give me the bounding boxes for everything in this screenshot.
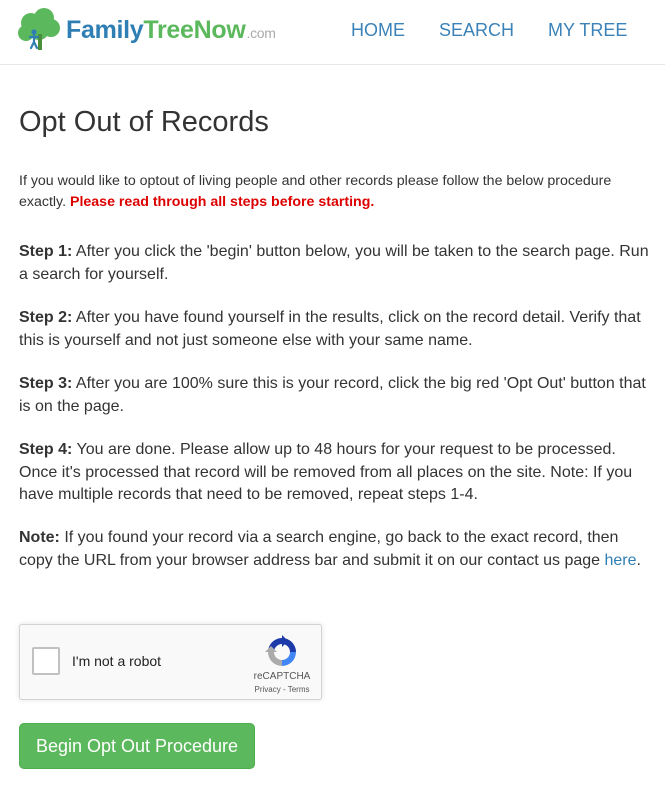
intro-warning: Please read through all steps before sta… (70, 194, 375, 210)
step-1: Step 1: After you click the 'begin' butt… (19, 241, 651, 286)
brand-treenow: TreeNow (143, 15, 246, 44)
step-2-text: After you have found yourself in the res… (19, 309, 641, 349)
step-2-label: Step 2: (19, 309, 73, 326)
step-1-text: After you click the 'begin' button below… (19, 243, 649, 283)
page-title: Opt Out of Records (19, 106, 269, 138)
intro-paragraph: If you would like to optout of living pe… (19, 171, 649, 213)
recaptcha-privacy-link[interactable]: Privacy (255, 685, 281, 694)
step-4-label: Step 4: (19, 441, 73, 458)
contact-here-link[interactable]: here (604, 552, 636, 569)
family-tree-logo-icon (18, 8, 60, 50)
recaptcha-links: Privacy - Terms (241, 685, 323, 694)
recaptcha-brand: reCAPTCHA (253, 671, 311, 682)
navbar: FamilyTreeNow.com HOME SEARCH MY TREE (0, 0, 665, 65)
step-4-text: You are done. Please allow up to 48 hour… (19, 441, 633, 503)
note-label: Note: (19, 529, 60, 546)
brand-logo-link[interactable]: FamilyTreeNow.com (17, 8, 276, 52)
step-4: Step 4: You are done. Please allow up to… (19, 439, 651, 507)
brand-wordmark: FamilyTreeNow.com (66, 16, 276, 45)
recaptcha-terms-link[interactable]: Terms (288, 685, 310, 694)
step-3-text: After you are 100% sure this is your rec… (19, 375, 646, 415)
note-paragraph: Note: If you found your record via a sea… (19, 527, 651, 572)
step-3: Step 3: After you are 100% sure this is … (19, 373, 651, 418)
step-2: Step 2: After you have found yourself in… (19, 307, 651, 352)
recaptcha-label: I'm not a robot (72, 653, 162, 669)
recaptcha-logo-icon (265, 635, 296, 666)
recaptcha-widget: I'm not a robot reCAPTCHA Privacy - Term… (19, 624, 322, 700)
begin-opt-out-button[interactable]: Begin Opt Out Procedure (19, 723, 255, 769)
step-3-label: Step 3: (19, 375, 73, 392)
nav-home[interactable]: HOME (351, 18, 405, 42)
note-text: If you found your record via a search en… (19, 529, 619, 569)
recaptcha-checkbox[interactable] (32, 647, 60, 675)
brand-suffix: .com (246, 24, 276, 41)
step-1-label: Step 1: (19, 243, 73, 260)
note-end: . (636, 551, 641, 569)
recaptcha-link-separator: - (280, 685, 288, 694)
nav-my-tree[interactable]: MY TREE (548, 18, 627, 42)
nav-search[interactable]: SEARCH (439, 18, 514, 42)
brand-family: Family (66, 15, 144, 44)
